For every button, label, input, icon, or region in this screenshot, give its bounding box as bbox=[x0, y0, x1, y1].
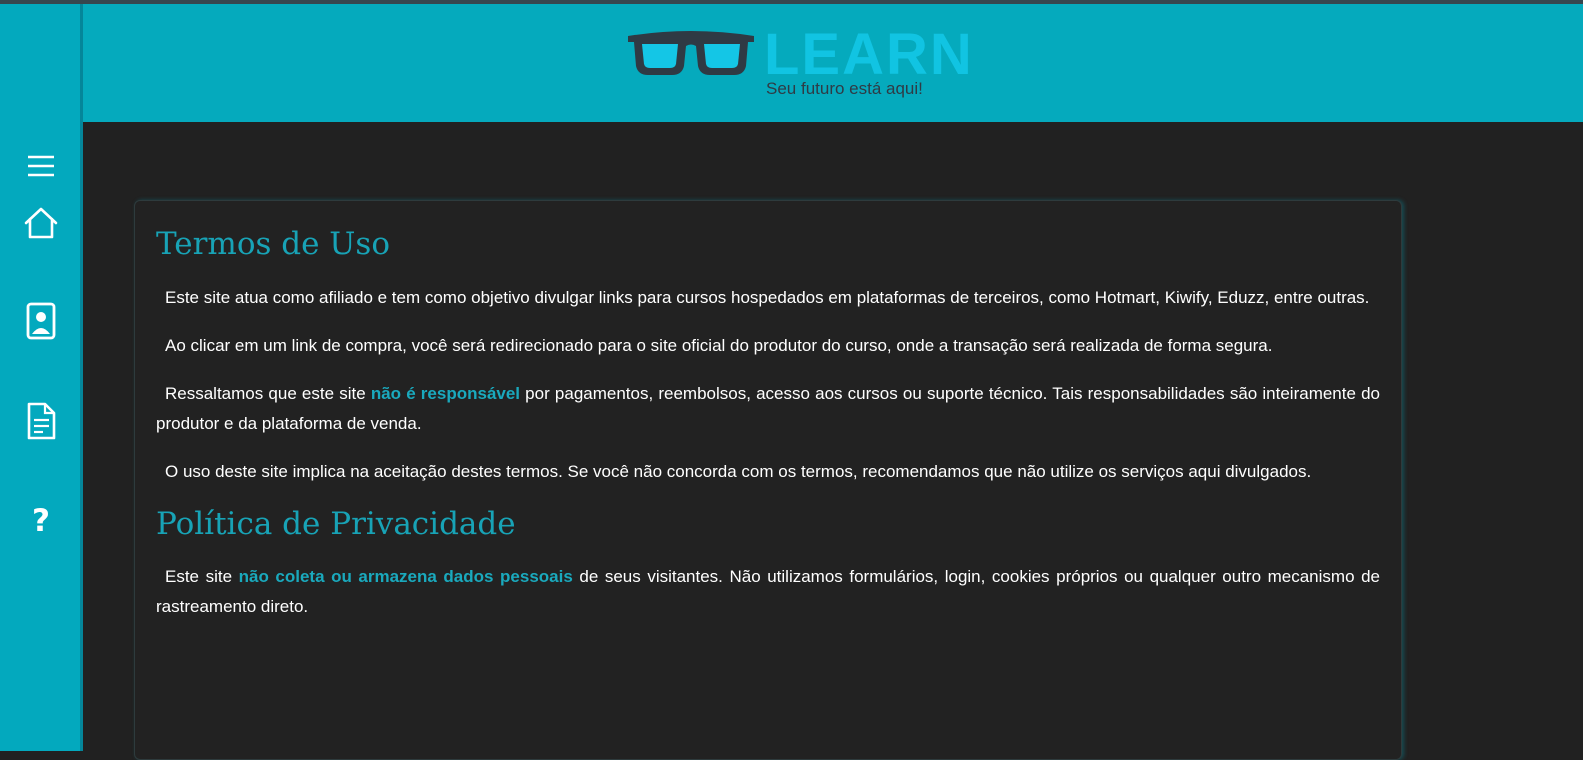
glasses-logo-icon bbox=[628, 31, 754, 75]
home-button[interactable] bbox=[20, 202, 62, 244]
privacy-paragraph-1: Este site não coleta ou armazena dados p… bbox=[156, 562, 1380, 622]
logo-wordmark: LEARN bbox=[764, 22, 974, 87]
privacy-paragraph-1-text-start: Este site bbox=[165, 567, 239, 587]
home-icon bbox=[24, 207, 58, 239]
menu-icon bbox=[28, 155, 54, 177]
help-button[interactable]: ? bbox=[20, 500, 62, 542]
contact-card-icon bbox=[26, 302, 56, 340]
not-responsible-highlight: não é responsável bbox=[370, 383, 521, 403]
terms-paragraph-3-text-start: Ressaltamos que este site bbox=[165, 383, 371, 403]
sidebar: ? bbox=[0, 4, 83, 751]
terms-paragraph-2: Ao clicar em um link de compra, você ser… bbox=[165, 335, 1273, 355]
logo-tagline: Seu futuro está aqui! bbox=[766, 79, 923, 98]
terms-paragraph-4: O uso deste site implica na aceitação de… bbox=[165, 461, 1312, 481]
site-header: LEARN Seu futuro está aqui! bbox=[83, 4, 1583, 122]
privacy-title: Política de Privacidade bbox=[156, 505, 516, 542]
terms-title: Termos de Uso bbox=[156, 226, 390, 262]
content-card: Termos de Uso Este site atua como afilia… bbox=[134, 200, 1402, 760]
document-button[interactable] bbox=[20, 400, 62, 442]
no-data-collection-highlight: não coleta ou armazena dados pessoais bbox=[238, 567, 573, 587]
terms-paragraph-1: Este site atua como afiliado e tem como … bbox=[165, 287, 1370, 307]
logo[interactable]: LEARN Seu futuro está aqui! bbox=[628, 24, 972, 104]
contact-button[interactable] bbox=[20, 300, 62, 342]
help-icon: ? bbox=[32, 502, 50, 539]
document-icon bbox=[27, 402, 56, 440]
terms-paragraph-3: Ressaltamos que este site não é responsá… bbox=[156, 379, 1380, 439]
menu-button[interactable] bbox=[20, 145, 62, 187]
